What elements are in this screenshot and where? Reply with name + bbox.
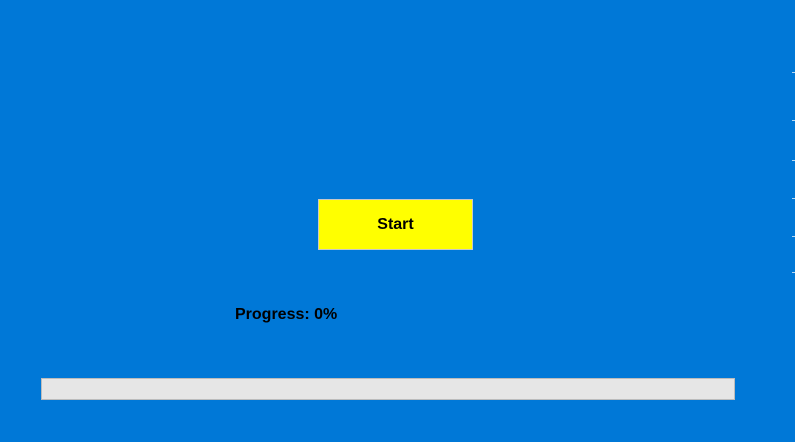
app-window: Start Progress: 0% [0,0,795,442]
progress-bar [41,378,735,400]
start-button[interactable]: Start [318,199,473,250]
progress-label: Progress: 0% [235,306,338,323]
